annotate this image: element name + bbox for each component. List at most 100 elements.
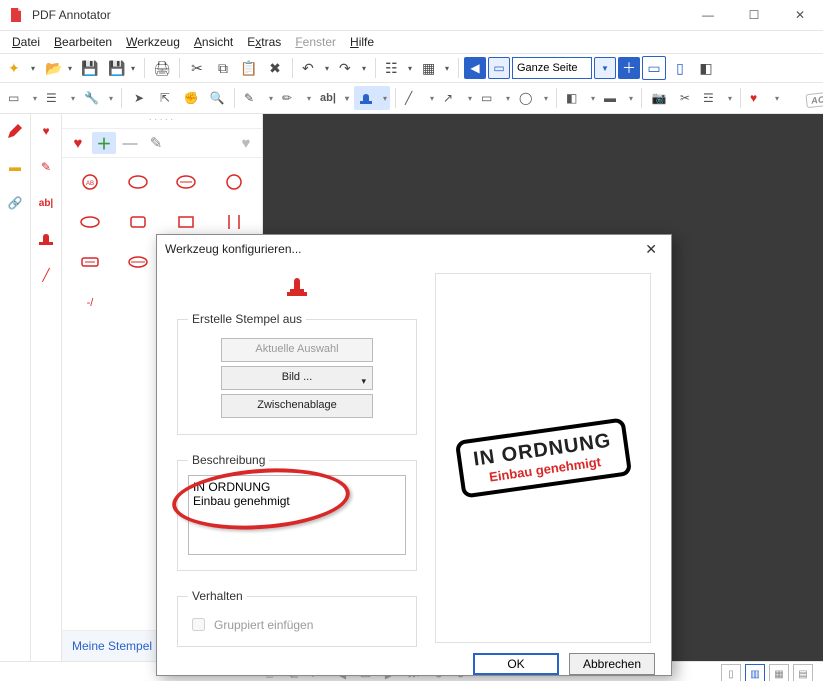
arrow-tool[interactable]: ↗	[439, 86, 475, 110]
cancel-button[interactable]: Abbrechen	[569, 653, 655, 675]
dialog-close-button[interactable]: ✕	[639, 239, 663, 260]
line-tool[interactable]: ╱	[401, 86, 437, 110]
save-button[interactable]: 💾	[78, 56, 102, 80]
category-strip: ♥ ✎ ab| ╱	[31, 114, 62, 661]
svg-text:-/: -/	[87, 297, 95, 309]
cut-button[interactable]: ✂	[185, 56, 209, 80]
stamp-item[interactable]	[164, 164, 208, 200]
open-button[interactable]: 📂	[41, 56, 76, 80]
zoom-out-tool[interactable]: 🔍	[205, 86, 229, 110]
print-button[interactable]: 🖨	[150, 56, 174, 80]
menu-file[interactable]: Datei	[6, 33, 46, 51]
text-tool[interactable]: ab|	[316, 86, 352, 110]
cat-stamp-icon[interactable]	[35, 228, 57, 250]
stamp-item[interactable]: AB	[68, 164, 112, 200]
cat-pen-icon[interactable]: ✎	[35, 156, 57, 178]
stamp-item[interactable]: -/	[68, 284, 112, 320]
stamp-item[interactable]	[212, 164, 256, 200]
maximize-button[interactable]: ☐	[731, 0, 777, 30]
menu-tool[interactable]: Werkzeug	[120, 33, 186, 51]
select-tool[interactable]: ⇱	[153, 86, 177, 110]
stamp-tool[interactable]	[354, 86, 390, 110]
fit-width-button[interactable]: ▭	[642, 56, 666, 80]
prev-page-button[interactable]: ◀	[464, 57, 486, 79]
stamp-preview-accepted: ACCEPTED	[805, 88, 823, 108]
stamp-item[interactable]	[116, 204, 160, 240]
panel-tabs: ♥ ＋ — ✎ ♥	[62, 129, 262, 158]
menu-extras[interactable]: Extras	[241, 33, 287, 51]
btn-image[interactable]: Bild ...	[221, 366, 373, 390]
view-mode-button[interactable]: ▦	[418, 56, 453, 80]
stamp-preview: IN ORDNUNG Einbau genehmigt	[454, 417, 631, 498]
view-two-cont[interactable]: ▤	[793, 664, 813, 681]
page-controls: ◀ ▭ ▼ ＋	[464, 57, 640, 79]
copy-button[interactable]: ⧉	[211, 56, 235, 80]
grouped-insert-checkbox: Gruppiert einfügen	[188, 615, 406, 634]
panel-grip[interactable]: ·····	[62, 114, 262, 129]
stamp-item[interactable]	[68, 244, 112, 280]
snapshot-tool[interactable]: 📷	[647, 86, 671, 110]
page-icon: ▭	[488, 57, 510, 79]
redo-button[interactable]: ↷	[335, 56, 370, 80]
pan-tool[interactable]: ✊	[179, 86, 203, 110]
paste-button[interactable]: 📋	[237, 56, 261, 80]
stamp-item[interactable]	[116, 164, 160, 200]
menu-edit[interactable]: Bearbeiten	[48, 33, 118, 51]
stamp-item[interactable]	[68, 204, 112, 240]
menu-view[interactable]: Ansicht	[188, 33, 239, 51]
new-doc-button[interactable]: ✦	[4, 56, 39, 80]
grouped-insert-label: Gruppiert einfügen	[214, 618, 313, 632]
zoom-dropdown[interactable]: ▼	[594, 57, 616, 79]
titlebar: PDF Annotator — ☐ ✕	[0, 0, 823, 31]
view-continuous[interactable]: ▥	[745, 664, 765, 681]
panel-title: Meine Stempel	[72, 639, 152, 653]
pointer-tool[interactable]: ➤	[127, 86, 151, 110]
fit-page-button[interactable]: ▯	[668, 56, 692, 80]
cat-line-icon[interactable]: ╱	[35, 264, 57, 286]
group-create-from: Erstelle Stempel aus Aktuelle Auswahl Bi…	[177, 312, 417, 435]
cat-fav-icon[interactable]: ♥	[35, 120, 57, 142]
favorites-tool[interactable]: ♥	[746, 86, 782, 110]
tab-edit[interactable]: ✎	[144, 132, 168, 154]
settings-tool[interactable]: 🔧	[80, 86, 116, 110]
view-buttons: ▯ ▥ ▦ ▤	[721, 664, 813, 681]
undo-button[interactable]: ↶	[298, 56, 333, 80]
save-as-button[interactable]: 💾	[104, 56, 139, 80]
view-two-page[interactable]: ▦	[769, 664, 789, 681]
page-zoom-input[interactable]	[512, 57, 592, 79]
crop-tool[interactable]: ✂	[673, 86, 697, 110]
view-single[interactable]: ▯	[721, 664, 741, 681]
two-page-button[interactable]: ◧	[694, 56, 718, 80]
main-area: ▬ 🔗 ♥ ✎ ab| ╱ ····· ♥ ＋ — ✎ ♥ AB	[0, 114, 823, 661]
stamp-preview-pane: IN ORDNUNG Einbau genehmigt	[435, 273, 651, 643]
app-title: PDF Annotator	[32, 8, 685, 22]
tab-favorites[interactable]: ♥	[66, 132, 90, 154]
close-window-button[interactable]: ✕	[777, 0, 823, 30]
tab-add[interactable]: ＋	[92, 132, 116, 154]
rect-tool[interactable]: ▭	[477, 86, 513, 110]
strip-marker-icon[interactable]: ▬	[4, 156, 26, 178]
ok-button[interactable]: OK	[473, 653, 559, 675]
add-page-button[interactable]: ＋	[618, 57, 640, 79]
minimize-button[interactable]: —	[685, 0, 731, 30]
page-thumb-tool[interactable]: ☰	[42, 86, 78, 110]
delete-button[interactable]: ✖	[263, 56, 287, 80]
btn-clipboard[interactable]: Zwischenablage	[221, 394, 373, 418]
main-toolbar: ✦ 📂 💾 💾 🖨 ✂ ⧉ 📋 ✖ ↶ ↷ ☷ ▦ ◀ ▭ ▼ ＋ ▭ ▯ ◧	[0, 53, 823, 83]
layers-button[interactable]: ☷	[381, 56, 416, 80]
strip-pen-icon[interactable]	[4, 120, 26, 142]
pen-tool[interactable]: ✎	[240, 86, 276, 110]
tab-remove[interactable]: —	[118, 132, 142, 154]
whiteout-tool[interactable]: ▬	[600, 86, 636, 110]
stamp-item[interactable]	[116, 244, 160, 280]
marker-tool[interactable]: ✏	[278, 86, 314, 110]
measure-tool[interactable]: ☲	[699, 86, 735, 110]
tool-strip: ▬ 🔗	[0, 114, 31, 661]
strip-clip-icon[interactable]: 🔗	[4, 192, 26, 214]
cat-text-icon[interactable]: ab|	[35, 192, 57, 214]
eraser-tool[interactable]: ◧	[562, 86, 598, 110]
menu-help[interactable]: Hilfe	[344, 33, 380, 51]
ellipse-tool[interactable]: ◯	[515, 86, 551, 110]
tab-fav-gray[interactable]: ♥	[234, 132, 258, 154]
new-page-tool[interactable]: ▭	[4, 86, 40, 110]
